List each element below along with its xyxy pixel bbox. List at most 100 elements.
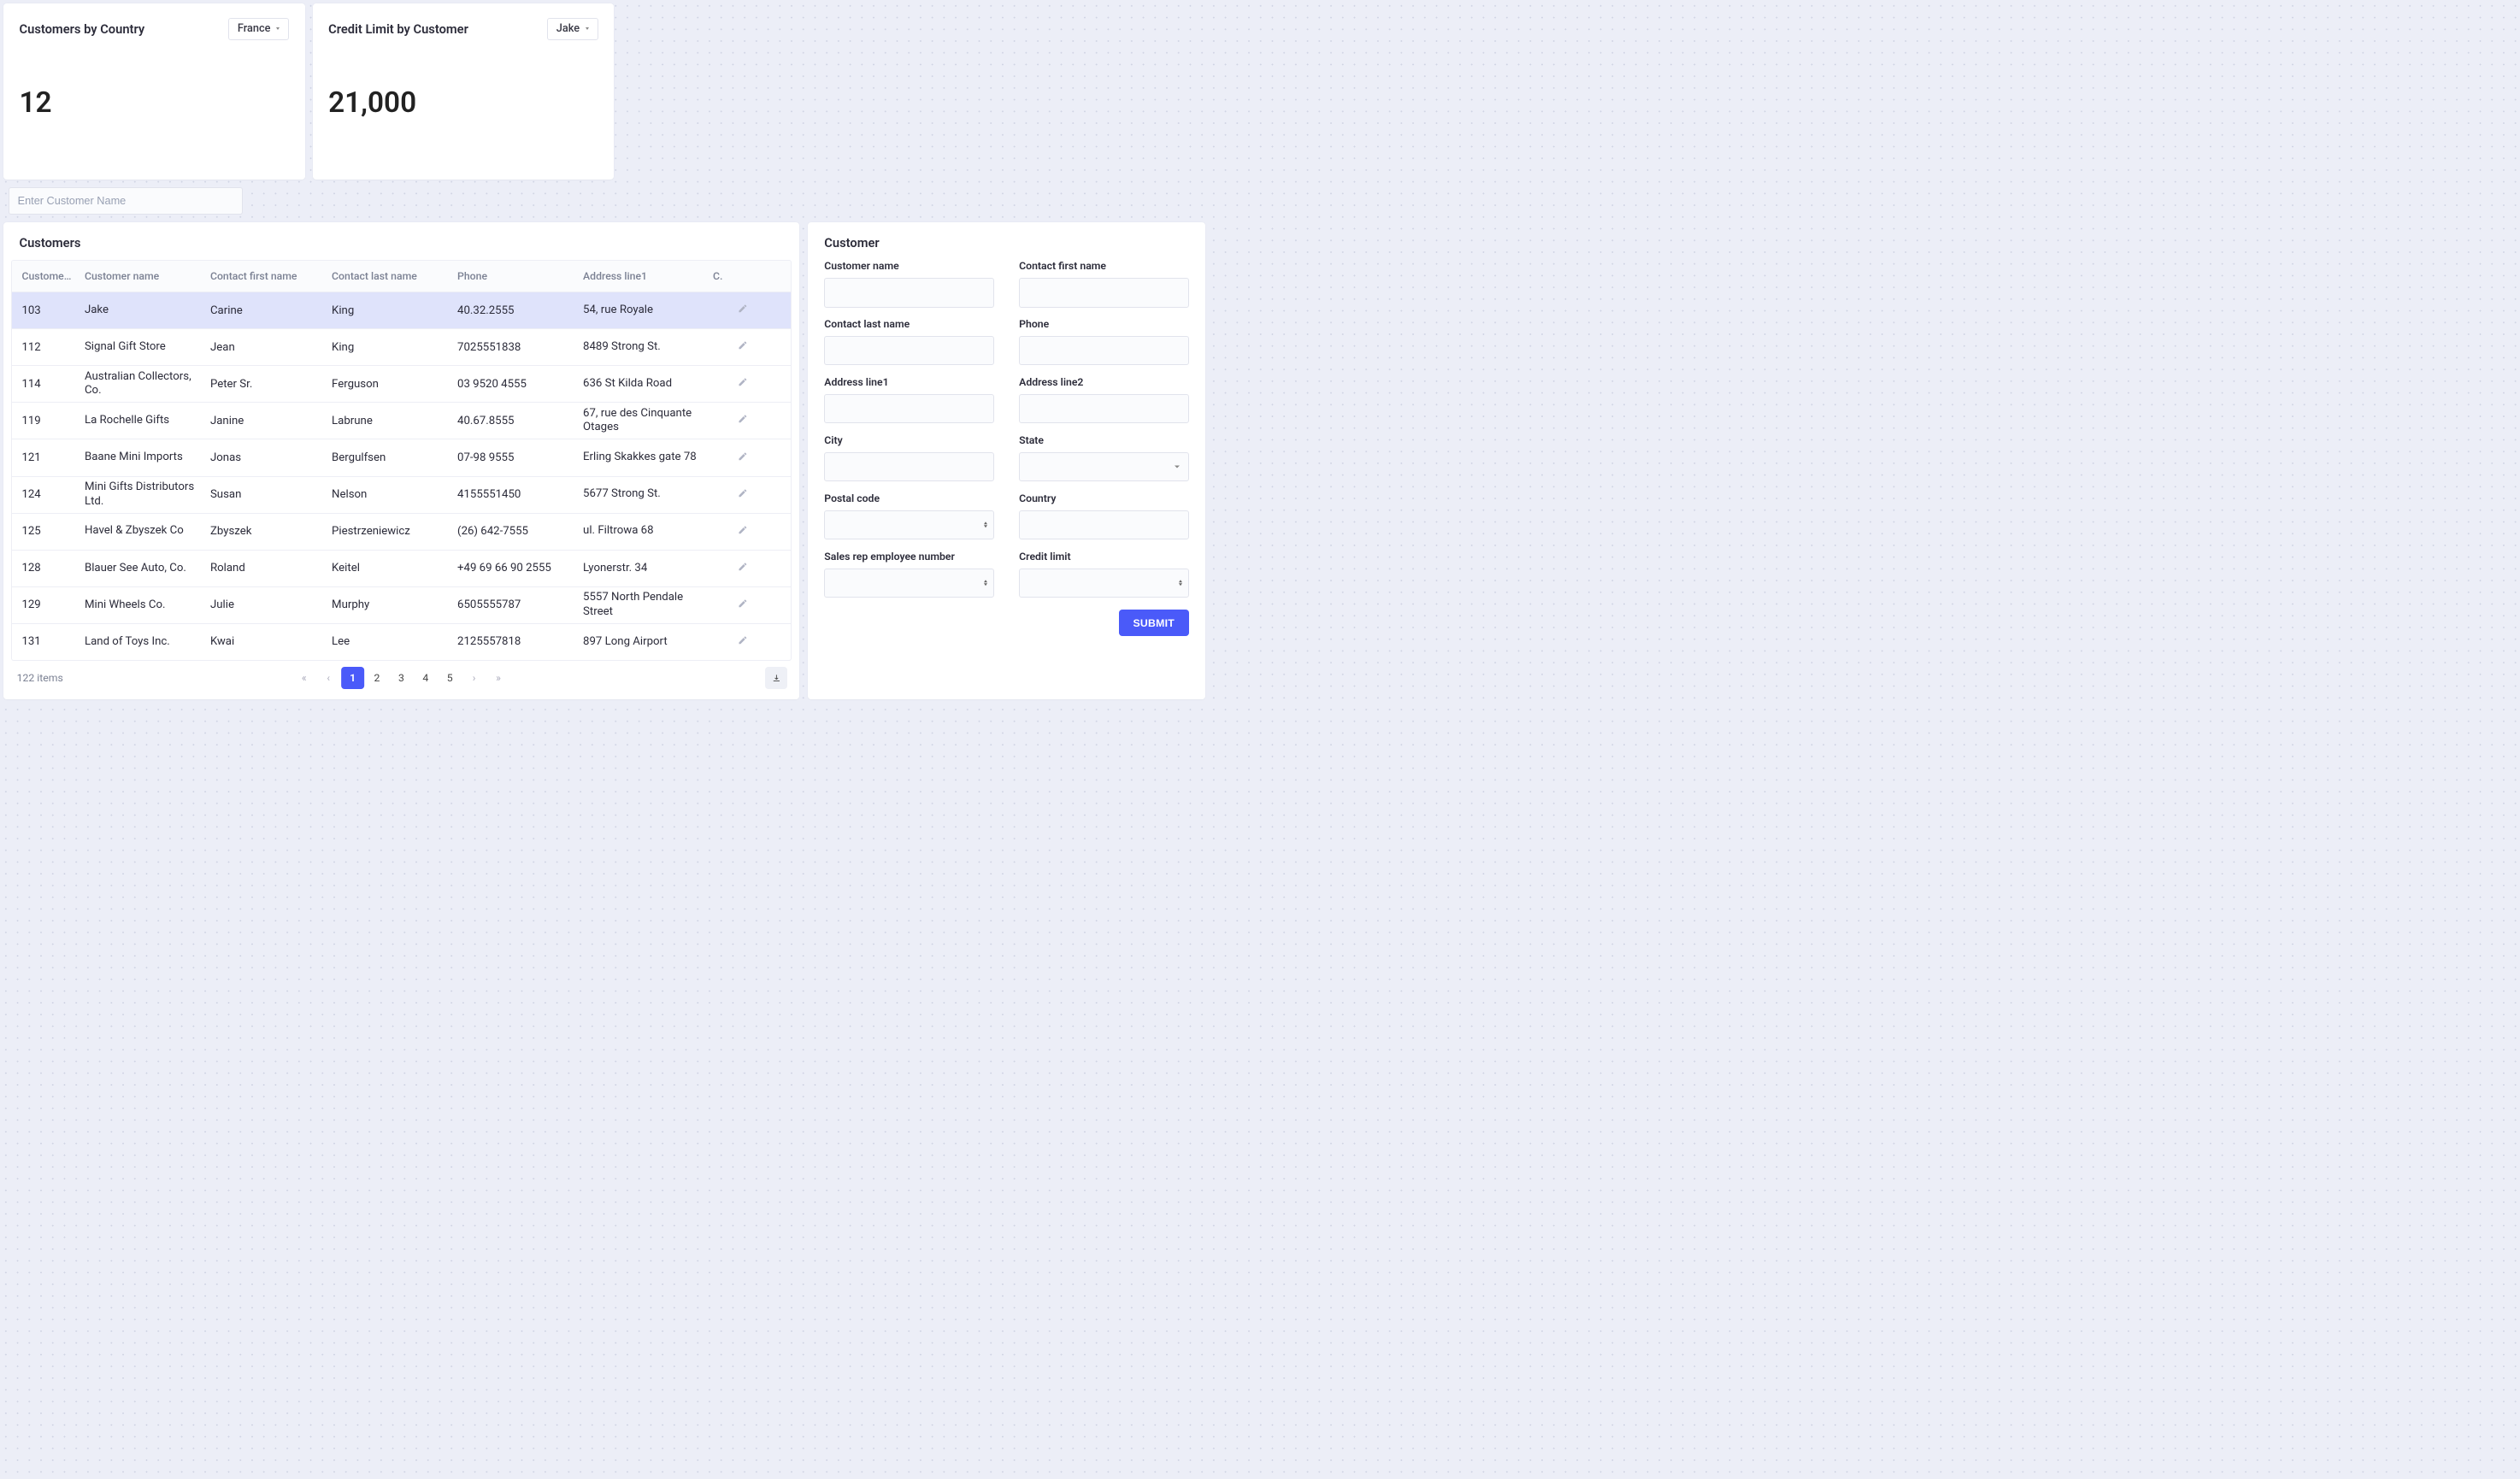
input-postal-code[interactable] <box>824 510 993 539</box>
cell-customer-name: Baane Mini Imports <box>79 447 204 468</box>
input-address1[interactable] <box>824 394 993 423</box>
cell-customer-number: 121 <box>12 451 79 464</box>
col-contact-first[interactable]: Contact first name <box>204 270 326 282</box>
table-row[interactable]: 121Baane Mini ImportsJonasBergulfsen07-9… <box>12 439 791 475</box>
cell-address1: 897 Long Airport <box>577 632 707 652</box>
edit-row-button[interactable] <box>738 379 748 390</box>
cell-contact-first: Jonas <box>204 451 326 464</box>
input-customer-name[interactable] <box>824 278 993 307</box>
cell-customer-name: Blauer See Auto, Co. <box>79 558 204 579</box>
input-phone[interactable] <box>1019 336 1188 365</box>
customer-select[interactable]: Jake <box>547 18 598 41</box>
cell-phone: 2125557818 <box>451 635 577 648</box>
cell-customer-name: Land of Toys Inc. <box>79 632 204 652</box>
cell-phone: 6505555787 <box>451 598 577 611</box>
items-count: 122 items <box>17 672 63 684</box>
customer-form-card: Customer Customer name Contact first nam… <box>808 222 1206 699</box>
chevron-down-icon <box>276 27 280 30</box>
page-2[interactable]: 2 <box>366 667 388 689</box>
country-select-value: France <box>238 22 271 35</box>
page-last[interactable]: » <box>487 667 509 689</box>
cell-phone: 40.32.2555 <box>451 304 577 317</box>
customers-by-country-title: Customers by Country <box>20 21 145 37</box>
page-3[interactable]: 3 <box>390 667 412 689</box>
page-5[interactable]: 5 <box>439 667 461 689</box>
input-city[interactable] <box>824 452 993 481</box>
edit-row-button[interactable] <box>738 342 748 353</box>
col-extra[interactable]: C <box>707 270 722 282</box>
cell-customer-name: La Rochelle Gifts <box>79 410 204 431</box>
cell-customer-name: Havel & Zbyszek Co <box>79 521 204 541</box>
pencil-icon <box>738 451 748 462</box>
label-address1: Address line1 <box>824 376 993 388</box>
edit-row-button[interactable] <box>738 527 748 538</box>
page-prev[interactable]: ‹ <box>317 667 339 689</box>
input-credit-limit[interactable] <box>1019 569 1188 598</box>
input-contact-first-name[interactable] <box>1019 278 1188 307</box>
download-icon <box>772 674 781 683</box>
label-credit-limit: Credit limit <box>1019 551 1188 563</box>
pencil-icon <box>738 562 748 572</box>
input-country[interactable] <box>1019 510 1188 539</box>
input-address2[interactable] <box>1019 394 1188 423</box>
cell-address1: ul. Filtrowa 68 <box>577 521 707 541</box>
col-address1[interactable]: Address line1 <box>577 270 707 282</box>
download-button[interactable] <box>765 667 787 689</box>
input-contact-last-name[interactable] <box>824 336 993 365</box>
page-first[interactable]: « <box>293 667 315 689</box>
cell-address1: 67, rue des Cinquante Otages <box>577 404 707 439</box>
cell-contact-first: Jean <box>204 341 326 354</box>
pencil-icon <box>738 525 748 535</box>
table-row[interactable]: 128Blauer See Auto, Co.RolandKeitel+49 6… <box>12 550 791 586</box>
cell-address1: 636 St Kilda Road <box>577 374 707 394</box>
edit-row-button[interactable] <box>738 563 748 575</box>
pencil-icon <box>738 303 748 314</box>
table-row[interactable]: 112Signal Gift StoreJeanKing702555183884… <box>12 328 791 365</box>
col-contact-last[interactable]: Contact last name <box>326 270 451 282</box>
col-customer-name[interactable]: Customer name <box>79 270 204 282</box>
cell-contact-last: Labrune <box>326 415 451 427</box>
cell-contact-last: Bergulfsen <box>326 451 451 464</box>
cell-phone: 40.67.8555 <box>451 415 577 427</box>
label-contact-first-name: Contact first name <box>1019 260 1188 272</box>
page-next[interactable]: › <box>462 667 485 689</box>
table-row[interactable]: 129Mini Wheels Co.JulieMurphy65055557875… <box>12 586 791 623</box>
table-row[interactable]: 131Land of Toys Inc.KwaiLee2125557818897… <box>12 623 791 660</box>
edit-row-button[interactable] <box>738 600 748 611</box>
col-customer-number[interactable]: Customer… <box>12 270 79 282</box>
cell-contact-last: King <box>326 341 451 354</box>
cell-customer-name: Jake <box>79 300 204 321</box>
submit-button[interactable]: SUBMIT <box>1119 610 1189 637</box>
cell-address1: 54, rue Royale <box>577 300 707 321</box>
table-row[interactable]: 124Mini Gifts Distributors Ltd.SusanNels… <box>12 476 791 513</box>
select-state[interactable] <box>1019 452 1188 481</box>
credit-limit-value: 21,000 <box>328 86 598 120</box>
label-sales-rep: Sales rep employee number <box>824 551 993 563</box>
edit-row-button[interactable] <box>738 637 748 648</box>
customer-name-search-input[interactable] <box>9 187 243 215</box>
cell-phone: 03 9520 4555 <box>451 378 577 391</box>
table-row[interactable]: 114Australian Collectors, Co.Peter Sr.Fe… <box>12 365 791 402</box>
cell-customer-number: 119 <box>12 415 79 427</box>
edit-row-button[interactable] <box>738 305 748 316</box>
table-row[interactable]: 125Havel & Zbyszek CoZbyszekPiestrzeniew… <box>12 513 791 550</box>
cell-contact-first: Roland <box>204 562 326 575</box>
country-select[interactable]: France <box>228 18 289 41</box>
col-phone[interactable]: Phone <box>451 270 577 282</box>
page-4[interactable]: 4 <box>415 667 437 689</box>
chevron-down-icon <box>586 27 589 30</box>
cell-contact-last: King <box>326 304 451 317</box>
edit-row-button[interactable] <box>738 415 748 427</box>
cell-contact-first: Carine <box>204 304 326 317</box>
edit-row-button[interactable] <box>738 489 748 500</box>
table-row[interactable]: 103JakeCarineKing40.32.255554, rue Royal… <box>12 292 791 328</box>
table-row[interactable]: 119La Rochelle GiftsJanineLabrune40.67.8… <box>12 402 791 439</box>
cell-customer-name: Mini Wheels Co. <box>79 595 204 616</box>
customers-table-card: Customers Customer… Customer name Contac… <box>3 222 799 699</box>
input-sales-rep[interactable] <box>824 569 993 598</box>
credit-limit-by-customer-card: Credit Limit by Customer Jake 21,000 <box>313 3 615 180</box>
page-1[interactable]: 1 <box>341 667 363 689</box>
cell-customer-name: Signal Gift Store <box>79 337 204 357</box>
edit-row-button[interactable] <box>738 452 748 463</box>
customer-form-title: Customer <box>824 235 1188 261</box>
